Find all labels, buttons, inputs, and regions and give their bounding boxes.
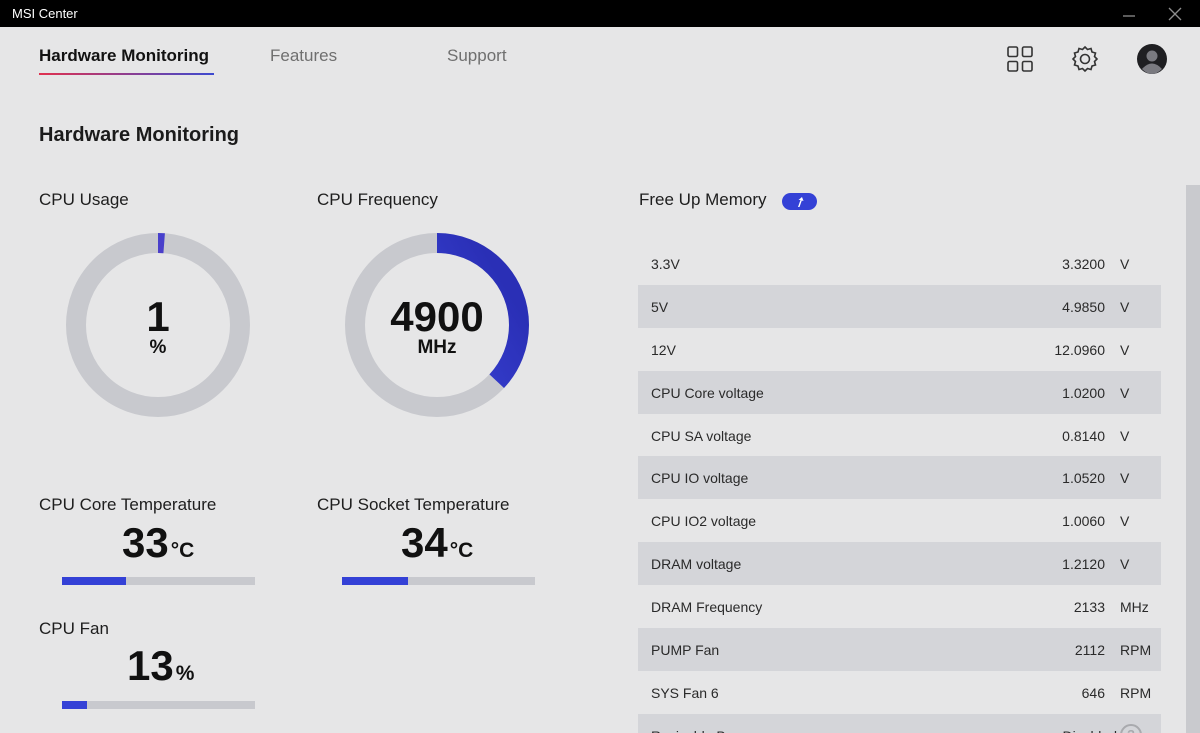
help-icon[interactable]: ? bbox=[1120, 723, 1142, 733]
close-button[interactable] bbox=[1152, 0, 1198, 27]
reading-name: DRAM Frequency bbox=[651, 599, 763, 616]
table-row: DRAM voltage 1.2120 V bbox=[638, 542, 1161, 586]
close-icon bbox=[1168, 7, 1182, 20]
user-avatar-icon[interactable] bbox=[1137, 44, 1167, 74]
cpu-socket-temp-bar-fill bbox=[342, 577, 408, 585]
cpu-fan-unit: % bbox=[175, 662, 195, 685]
reading-unit: V bbox=[1120, 470, 1130, 487]
reading-name: CPU IO voltage bbox=[651, 470, 749, 487]
cpu-socket-temp-label: CPU Socket Temperature bbox=[317, 495, 510, 514]
table-row: CPU Core voltage 1.0200 V bbox=[638, 370, 1161, 414]
reading-unit: V bbox=[1120, 341, 1130, 358]
reading-value: 3.3200 bbox=[1062, 256, 1105, 272]
free-up-memory-button[interactable] bbox=[782, 193, 817, 210]
cpu-fan-bar bbox=[62, 701, 255, 709]
table-row: DRAM Frequency 2133 MHz bbox=[638, 585, 1161, 628]
table-row: CPU SA voltage 0.8140 V bbox=[638, 414, 1161, 457]
cpu-socket-temp-readout: 34°C bbox=[401, 519, 473, 567]
table-row: SYS Fan 6 646 RPM bbox=[638, 671, 1161, 714]
reading-value: Disabled bbox=[1063, 728, 1117, 733]
reading-unit: RPM bbox=[1120, 684, 1152, 701]
reading-value: 12.0960 bbox=[1054, 341, 1105, 358]
reading-name: PUMP Fan bbox=[651, 642, 720, 659]
scrollbar[interactable] bbox=[1186, 185, 1200, 733]
cpu-fan-label: CPU Fan bbox=[39, 619, 109, 638]
table-row: CPU IO2 voltage 1.0060 V bbox=[638, 499, 1161, 542]
free-up-memory-label: Free Up Memory bbox=[639, 190, 767, 209]
cpu-socket-temp-value: 34 bbox=[401, 519, 448, 566]
cpu-core-temp-value: 33 bbox=[122, 519, 169, 566]
reading-unit: MHz bbox=[1120, 599, 1149, 616]
cpu-usage-label: CPU Usage bbox=[39, 190, 129, 209]
table-row: PUMP Fan 2112 RPM bbox=[638, 628, 1161, 671]
cpu-frequency-value: 4900 bbox=[390, 293, 484, 340]
cpu-fan-readout: 13% bbox=[127, 642, 194, 690]
reading-name: CPU IO2 voltage bbox=[651, 513, 757, 530]
title-bar: MSI Center bbox=[0, 0, 1200, 27]
cpu-fan-value: 13 bbox=[127, 642, 174, 689]
cpu-fan-bar-fill bbox=[62, 701, 88, 709]
table-row: Resizable Bar Disabled? bbox=[638, 713, 1161, 733]
cpu-usage-value: 1 bbox=[146, 293, 170, 340]
tab-hardware-monitoring[interactable]: Hardware Monitoring bbox=[39, 46, 209, 66]
reading-unit: V bbox=[1120, 427, 1130, 444]
cpu-core-temp-unit: °C bbox=[170, 539, 195, 562]
cpu-core-temp-readout: 33°C bbox=[122, 519, 194, 567]
cpu-usage-unit: % bbox=[149, 337, 167, 358]
reading-unit: V bbox=[1120, 256, 1130, 272]
table-row: 3.3V 3.3200 V bbox=[638, 242, 1161, 285]
reading-name: 12V bbox=[651, 341, 676, 358]
reading-value: 2133 bbox=[1073, 599, 1105, 616]
minimize-icon bbox=[1123, 14, 1135, 17]
reading-value: 0.8140 bbox=[1062, 427, 1105, 444]
reading-value: 2112 bbox=[1074, 642, 1105, 659]
page-title: Hardware Monitoring bbox=[39, 124, 240, 146]
cpu-socket-temp-bar bbox=[342, 577, 535, 585]
reading-unit: RPM bbox=[1120, 642, 1152, 659]
grid-icon[interactable] bbox=[1005, 44, 1035, 74]
boost-arrow-icon bbox=[797, 196, 803, 207]
cpu-frequency-gauge: 4900 MHz bbox=[345, 233, 529, 417]
table-row: 5V 4.9850 V bbox=[638, 284, 1161, 328]
cpu-core-temp-label: CPU Core Temperature bbox=[39, 495, 217, 514]
minimize-button[interactable] bbox=[1106, 0, 1152, 27]
reading-name: Resizable Bar bbox=[651, 728, 738, 733]
reading-value: 1.0200 bbox=[1062, 384, 1105, 401]
app-title: MSI Center bbox=[12, 6, 78, 21]
reading-name: DRAM voltage bbox=[651, 556, 742, 573]
tab-support[interactable]: Support bbox=[447, 46, 507, 66]
active-tab-underline bbox=[39, 73, 214, 75]
reading-value: 4.9850 bbox=[1062, 298, 1105, 315]
reading-unit: V bbox=[1120, 556, 1130, 573]
reading-name: 3.3V bbox=[651, 256, 680, 272]
table-row: CPU IO voltage 1.0520 V bbox=[638, 456, 1161, 500]
cpu-frequency-unit: MHz bbox=[417, 337, 457, 358]
cpu-frequency-label: CPU Frequency bbox=[317, 190, 438, 209]
cpu-socket-temp-unit: °C bbox=[449, 539, 474, 562]
reading-name: CPU SA voltage bbox=[651, 427, 752, 444]
reading-name: CPU Core voltage bbox=[651, 384, 764, 401]
reading-name: SYS Fan 6 bbox=[651, 684, 719, 701]
table-row: 12V 12.0960 V bbox=[638, 328, 1161, 371]
reading-value: 1.0520 bbox=[1062, 470, 1105, 487]
reading-name: 5V bbox=[651, 298, 669, 315]
tab-features[interactable]: Features bbox=[270, 46, 337, 66]
reading-unit: V bbox=[1120, 298, 1130, 315]
cpu-core-temp-bar-fill bbox=[62, 577, 126, 585]
cpu-usage-gauge: 1 % bbox=[66, 233, 250, 417]
reading-unit: V bbox=[1120, 384, 1130, 401]
reading-value: 1.0060 bbox=[1062, 513, 1105, 530]
sensor-readings-table: 3.3V 3.3200 V 5V 4.9850 V 12V 12.0960 V CPU Core … bbox=[638, 242, 1161, 733]
cpu-core-temp-bar bbox=[62, 577, 255, 585]
gear-icon[interactable] bbox=[1070, 44, 1100, 74]
reading-value: 1.2120 bbox=[1062, 556, 1105, 573]
reading-unit: V bbox=[1120, 513, 1130, 530]
reading-value: 646 bbox=[1081, 684, 1105, 701]
